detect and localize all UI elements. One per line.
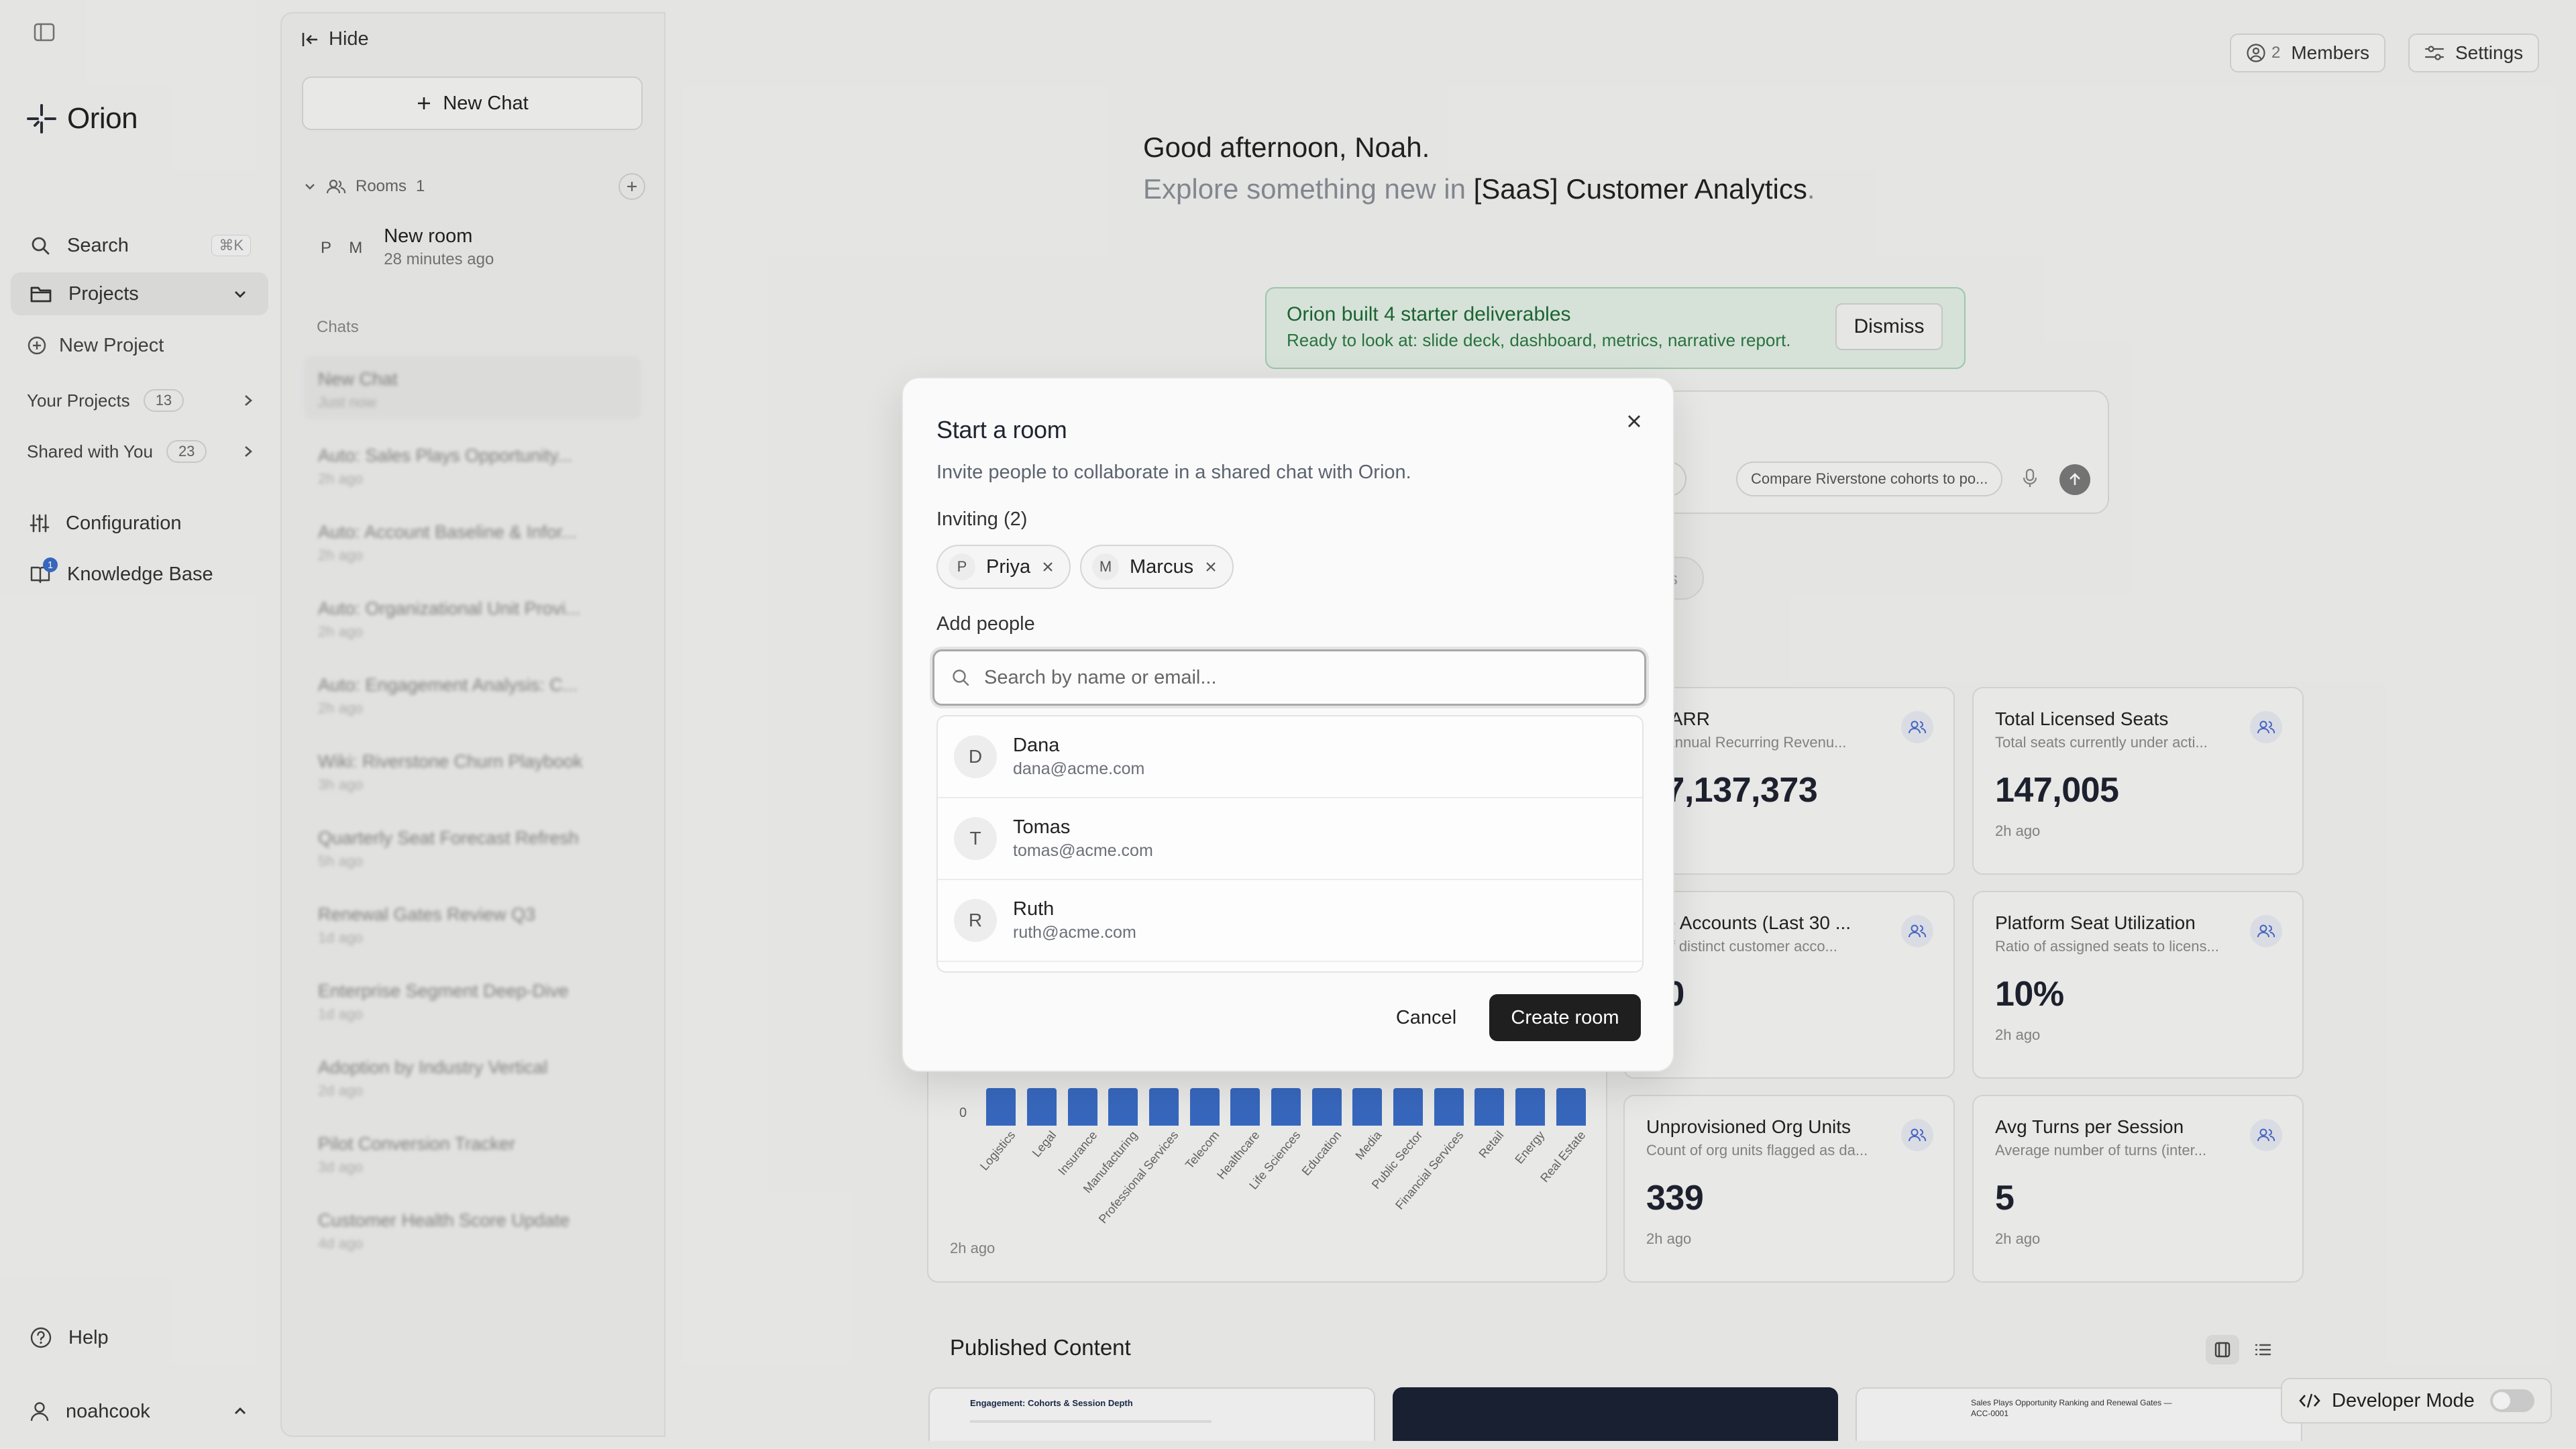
dialog-title: Start a room — [936, 416, 1067, 443]
person-text: Dana dana@acme.com — [1013, 735, 1144, 779]
people-search-field[interactable] — [932, 649, 1646, 706]
avatar: D — [954, 735, 997, 778]
add-people-label: Add people — [936, 613, 1035, 635]
cancel-button[interactable]: Cancel — [1379, 996, 1473, 1040]
person-name: Tomas — [1013, 816, 1071, 838]
invitee-name: Marcus — [1130, 555, 1194, 578]
person-option[interactable]: D Dana dana@acme.com — [938, 716, 1642, 798]
person-email: ruth@acme.com — [1013, 923, 1136, 942]
person-email: tomas@acme.com — [1013, 841, 1153, 860]
create-room-button[interactable]: Create room — [1489, 994, 1641, 1041]
avatar: M — [1092, 553, 1119, 580]
person-email: dana@acme.com — [1013, 759, 1145, 778]
start-room-dialog: Start a room Invite people to collaborat… — [902, 377, 1674, 1072]
close-icon[interactable] — [1621, 408, 1648, 435]
avatar: P — [949, 553, 975, 580]
search-icon — [953, 669, 969, 686]
inviting-label: Inviting (2) — [936, 508, 1028, 530]
person-text: Tomas tomas@acme.com — [1013, 816, 1153, 861]
people-results-list: D Dana dana@acme.com T Tomas tomas@acme.… — [936, 715, 1644, 973]
remove-invitee-icon[interactable] — [1041, 560, 1055, 574]
avatar: R — [954, 899, 997, 942]
person-option[interactable]: R Ruth ruth@acme.com — [938, 880, 1642, 962]
person-text: Ruth ruth@acme.com — [1013, 898, 1136, 943]
invited-chip-marcus: M Marcus — [1080, 545, 1234, 589]
avatar: T — [954, 817, 997, 860]
invitee-name: Priya — [986, 555, 1031, 578]
remove-invitee-icon[interactable] — [1204, 560, 1218, 574]
person-name: Dana — [1013, 735, 1060, 756]
dialog-description: Invite people to collaborate in a shared… — [936, 462, 1411, 483]
person-name: Ruth — [1013, 898, 1055, 920]
person-option[interactable]: T Tomas tomas@acme.com — [938, 798, 1642, 880]
people-search-input[interactable] — [984, 666, 1628, 689]
invited-chip-priya: P Priya — [936, 545, 1071, 589]
